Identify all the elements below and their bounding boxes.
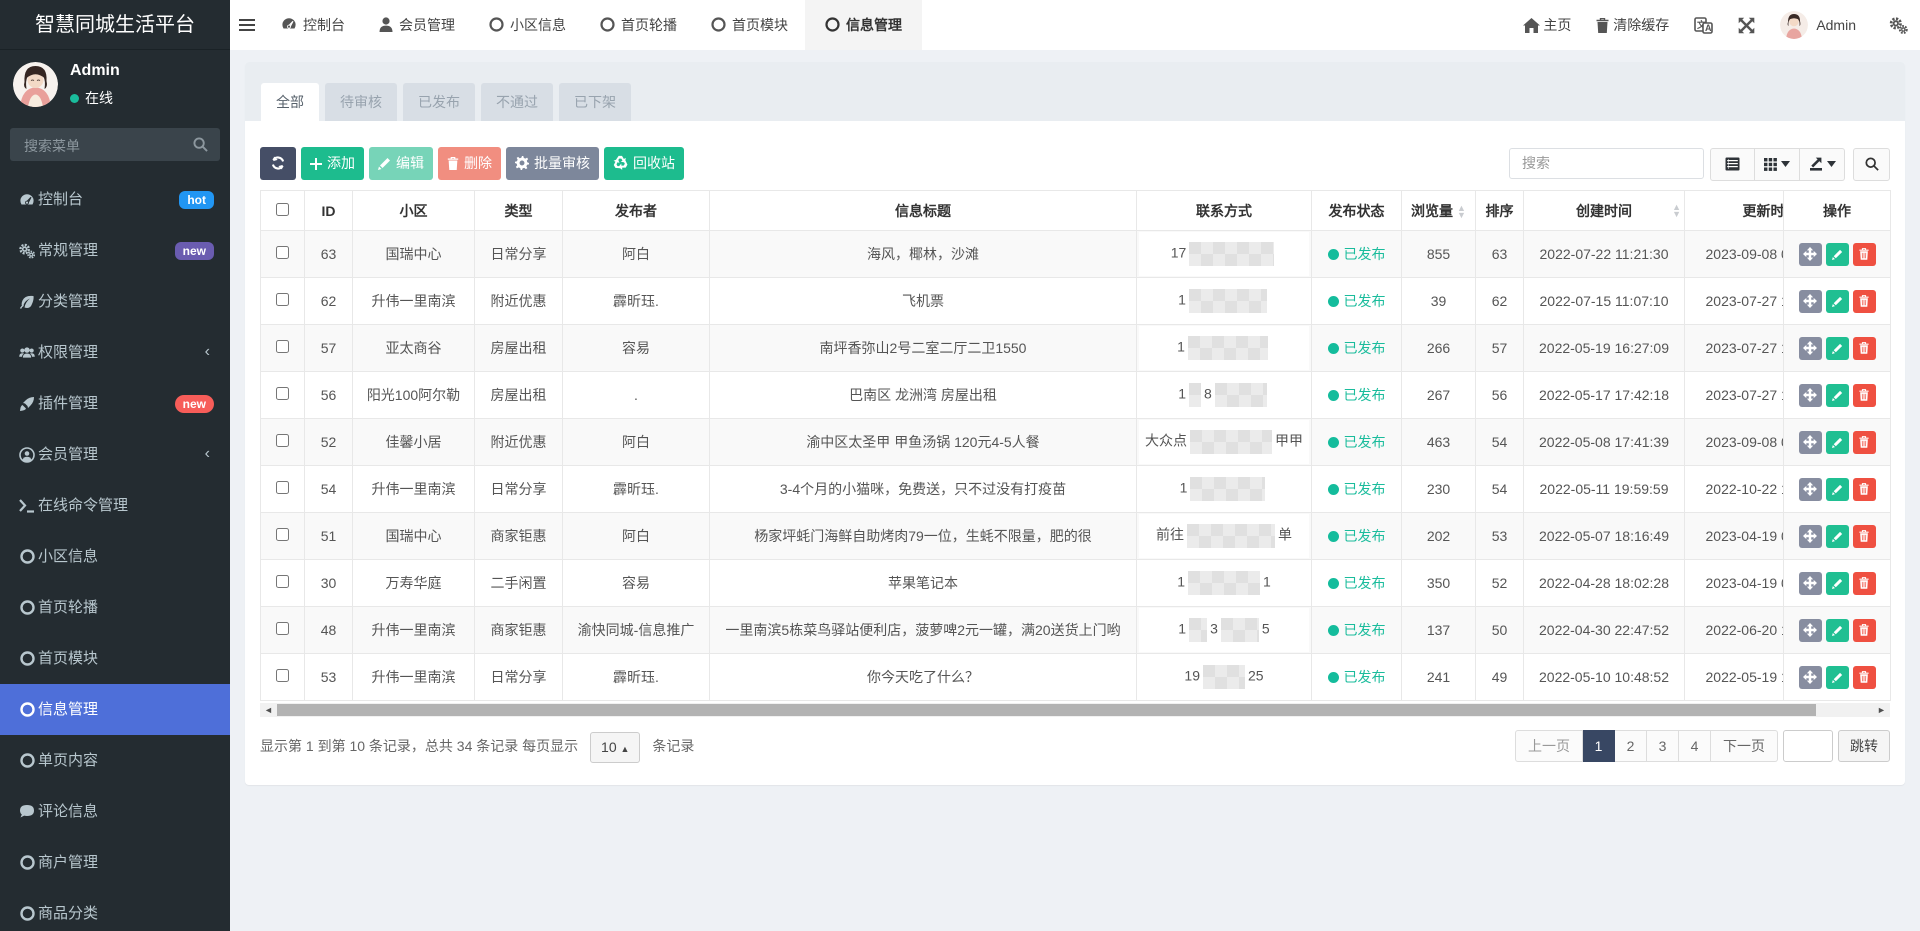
svg-text:A: A xyxy=(1705,23,1712,33)
